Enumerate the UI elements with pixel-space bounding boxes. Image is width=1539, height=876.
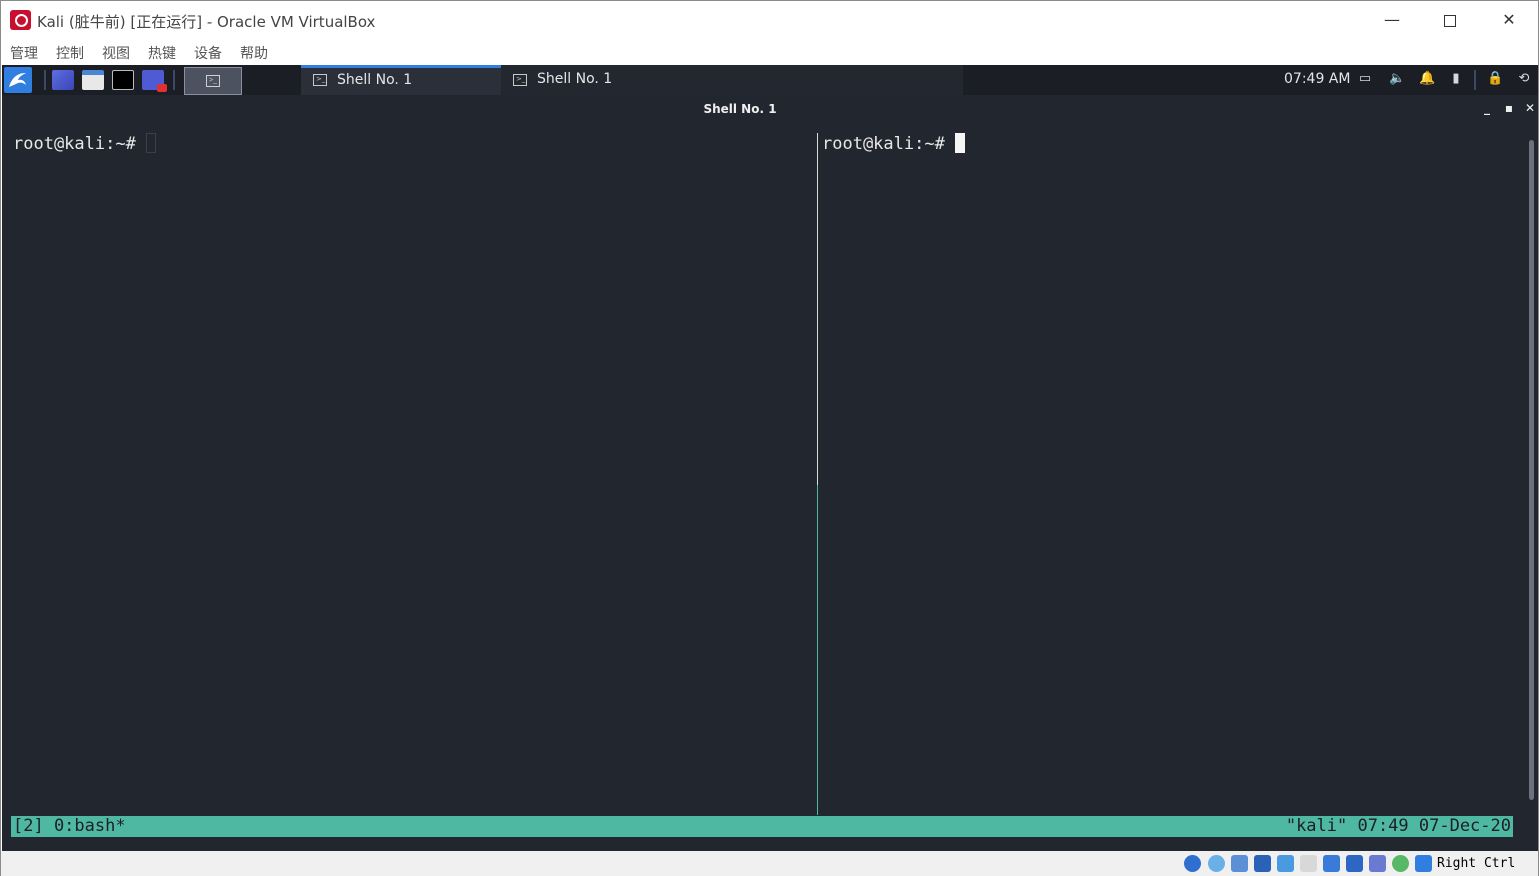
menu-devices[interactable]: 设备 xyxy=(194,43,222,63)
terminal-pane-right[interactable]: root@kali:~# xyxy=(822,133,965,154)
shared-folders-icon[interactable] xyxy=(1300,855,1317,872)
shell-prompt: root@kali:~# xyxy=(13,134,136,154)
logout-icon[interactable]: ⟲ xyxy=(1517,72,1531,86)
terminal-icon: >_ xyxy=(313,74,327,86)
maximize-icon xyxy=(1444,14,1456,27)
taskbar-item-label: Shell No. 1 xyxy=(337,72,413,88)
audio-icon[interactable] xyxy=(1231,855,1248,872)
terminal-launcher-icon[interactable] xyxy=(112,70,134,90)
title-bar: Kali (脏牛前) [正在运行] - Oracle VM VirtualBox… xyxy=(1,1,1538,39)
show-desktop-icon[interactable] xyxy=(52,70,74,90)
terminal-icon: >_ xyxy=(206,75,220,87)
window-title: Kali (脏牛前) [正在运行] - Oracle VM VirtualBox xyxy=(37,13,376,31)
tmux-status-bar: [2] 0:bash* "kali" 07:49 07-Dec-20 xyxy=(11,816,1513,837)
volume-icon[interactable]: 🔈 xyxy=(1389,72,1405,86)
screen-recorder-icon[interactable] xyxy=(142,70,167,92)
notification-bell-icon[interactable]: 🔔 xyxy=(1419,72,1435,86)
panel-separator xyxy=(1474,70,1476,90)
kali-menu-icon[interactable] xyxy=(4,67,32,93)
file-manager-icon[interactable] xyxy=(82,70,104,90)
terminal-scrollbar[interactable] xyxy=(1529,140,1534,800)
workspace-button[interactable]: >_ xyxy=(184,67,242,95)
menu-bar: 管理 控制 视图 热键 设备 帮助 xyxy=(1,39,1538,65)
taskbar-item-label: Shell No. 1 xyxy=(537,71,613,87)
vbox-status-bar: Right Ctrl xyxy=(1,851,1538,876)
pane-divider-active xyxy=(817,485,818,815)
menu-view[interactable]: 视图 xyxy=(102,43,130,63)
menu-control[interactable]: 控制 xyxy=(56,43,84,63)
terminal-maximize-button[interactable]: ▪ xyxy=(1503,101,1515,115)
terminal-icon: >_ xyxy=(513,74,527,86)
panel-separator xyxy=(173,70,175,90)
taskbar-item-shell-2[interactable]: >_ Shell No. 1 xyxy=(501,65,963,95)
guest-display[interactable]: >_ >_ Shell No. 1 >_ Shell No. 1 07:49 A… xyxy=(2,65,1538,851)
taskbar-item-shell-1[interactable]: >_ Shell No. 1 xyxy=(301,65,509,95)
display-icon[interactable] xyxy=(1323,855,1340,872)
text-cursor xyxy=(954,133,965,153)
host-key-label: Right Ctrl xyxy=(1437,856,1516,871)
usb-icon[interactable] xyxy=(1277,855,1294,872)
cpu-icon[interactable] xyxy=(1369,855,1386,872)
tmux-window-list: [2] 0:bash* xyxy=(13,816,126,836)
network-icon[interactable] xyxy=(1254,855,1271,872)
menu-help[interactable]: 帮助 xyxy=(240,43,268,63)
shell-prompt: root@kali:~# xyxy=(822,134,945,154)
lock-icon[interactable]: 🔒 xyxy=(1487,72,1503,86)
menu-manage[interactable]: 管理 xyxy=(10,43,38,63)
display-icon[interactable]: ▭ xyxy=(1358,72,1372,86)
terminal-titlebar: Shell No. 1 _ ▪ ✕ xyxy=(2,95,1538,123)
panel-clock[interactable]: 07:49 AM xyxy=(1284,71,1350,87)
inactive-cursor xyxy=(145,133,156,153)
terminal-pane-left[interactable]: root@kali:~# xyxy=(13,133,156,154)
kali-top-panel: >_ >_ Shell No. 1 >_ Shell No. 1 07:49 A… xyxy=(2,65,1538,95)
minimize-button[interactable]: — xyxy=(1369,7,1415,33)
virtualbox-app-icon xyxy=(10,10,31,30)
maximize-button[interactable] xyxy=(1427,7,1473,33)
kali-dragon-icon xyxy=(9,73,26,87)
keyboard-capture-icon[interactable] xyxy=(1415,855,1432,872)
optical-drive-icon[interactable] xyxy=(1208,855,1225,872)
mouse-integration-icon[interactable] xyxy=(1392,855,1409,872)
terminal-close-button[interactable]: ✕ xyxy=(1524,101,1536,115)
close-button[interactable]: ✕ xyxy=(1486,7,1532,33)
virtualbox-window: Kali (脏牛前) [正在运行] - Oracle VM VirtualBox… xyxy=(0,0,1539,876)
panel-separator xyxy=(44,70,46,90)
tmux-host-clock: "kali" 07:49 07-Dec-20 xyxy=(1285,816,1511,836)
terminal-title: Shell No. 1 xyxy=(703,102,777,116)
hard-disk-icon[interactable] xyxy=(1184,855,1201,872)
menu-hotkeys[interactable]: 热键 xyxy=(148,43,176,63)
recording-icon[interactable] xyxy=(1346,855,1363,872)
battery-icon[interactable]: ▮ xyxy=(1449,72,1463,86)
terminal-minimize-button[interactable]: _ xyxy=(1481,101,1493,115)
